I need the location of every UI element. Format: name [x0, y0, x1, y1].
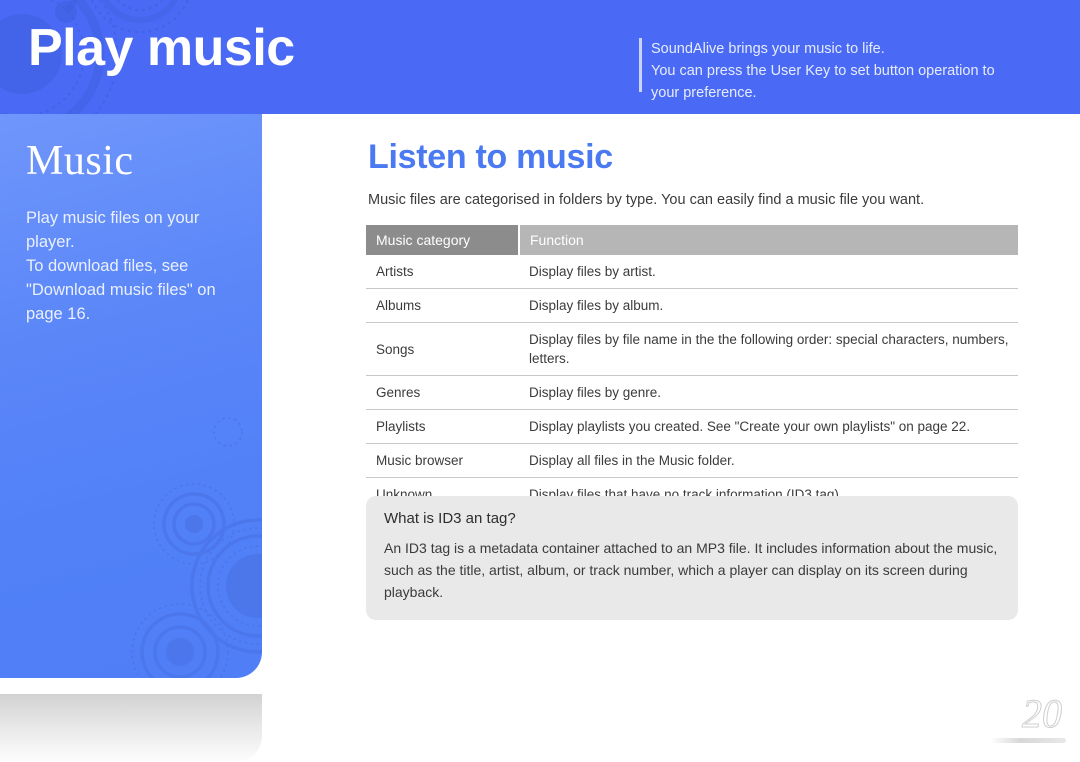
footer-shape	[0, 694, 262, 762]
table-row: Genres Display files by genre.	[366, 375, 1018, 410]
table-header-function: Function	[518, 225, 1018, 255]
main-content: Listen to music Music files are categori…	[366, 114, 1018, 513]
page-title: Play music	[28, 19, 295, 77]
table-body: Artists Display files by artist. Albums …	[366, 255, 1018, 513]
section-title: Listen to music	[368, 138, 613, 176]
header-note-line-2: You can press the User Key to set button…	[651, 63, 995, 79]
table-cell-function: Display files by file name in the the fo…	[519, 322, 1018, 376]
section-intro: Music files are categorised in folders b…	[368, 192, 925, 208]
table-cell-category: Playlists	[366, 409, 519, 444]
sidebar-description-line-1: Play music files on your	[26, 209, 200, 227]
info-box: What is ID3 an tag? An ID3 tag is a meta…	[366, 496, 1018, 620]
sidebar: Music Play music files on your player. T…	[0, 114, 262, 678]
info-box-title: What is ID3 an tag?	[384, 510, 516, 527]
page-header: Play music SoundAlive brings your music …	[0, 0, 1080, 114]
sidebar-title: Music	[26, 138, 134, 184]
table-row: Artists Display files by artist.	[366, 255, 1018, 289]
header-note: SoundAlive brings your music to life. Yo…	[651, 38, 1071, 104]
sidebar-decorative-circles	[131, 417, 262, 678]
table-cell-category: Music browser	[366, 443, 519, 478]
table-cell-function: Display files by album.	[519, 288, 1018, 323]
header-note-line-3: your preference.	[651, 85, 757, 101]
table-cell-function: Display files by artist.	[519, 255, 1018, 289]
page-number: 20	[1022, 691, 1063, 736]
table-cell-category: Albums	[366, 288, 519, 323]
table-cell-function: Display playlists you created. See "Crea…	[519, 409, 1018, 444]
table-header-row: Music category Function	[366, 225, 1018, 255]
table-header-category: Music category	[366, 225, 519, 255]
table-cell-category: Artists	[366, 255, 519, 289]
table-row: Songs Display files by file name in the …	[366, 322, 1018, 376]
music-category-table: Music category Function Artists Display …	[366, 225, 1018, 513]
table-row: Music browser Display all files in the M…	[366, 443, 1018, 478]
sidebar-description-line-5: page 16.	[26, 305, 91, 323]
table-head: Music category Function	[366, 225, 1018, 255]
table-cell-function: Display all files in the Music folder.	[519, 443, 1018, 478]
header-note-line-1: SoundAlive brings your music to life.	[651, 41, 885, 57]
info-box-text: An ID3 tag is a metadata container attac…	[384, 540, 998, 600]
page-number-underline	[990, 738, 1066, 743]
sidebar-description-line-3: To download files, see	[26, 257, 189, 275]
table-cell-category: Genres	[366, 375, 519, 410]
header-divider	[639, 38, 642, 92]
sidebar-description-line-2: player.	[26, 233, 75, 251]
sidebar-description-line-4: "Download music files" on	[26, 281, 216, 299]
sidebar-description: Play music files on your player. To down…	[26, 206, 238, 326]
table-row: Albums Display files by album.	[366, 288, 1018, 323]
table-cell-category: Songs	[366, 322, 519, 376]
table-cell-function: Display files by genre.	[519, 375, 1018, 410]
table-row: Playlists Display playlists you created.…	[366, 409, 1018, 444]
